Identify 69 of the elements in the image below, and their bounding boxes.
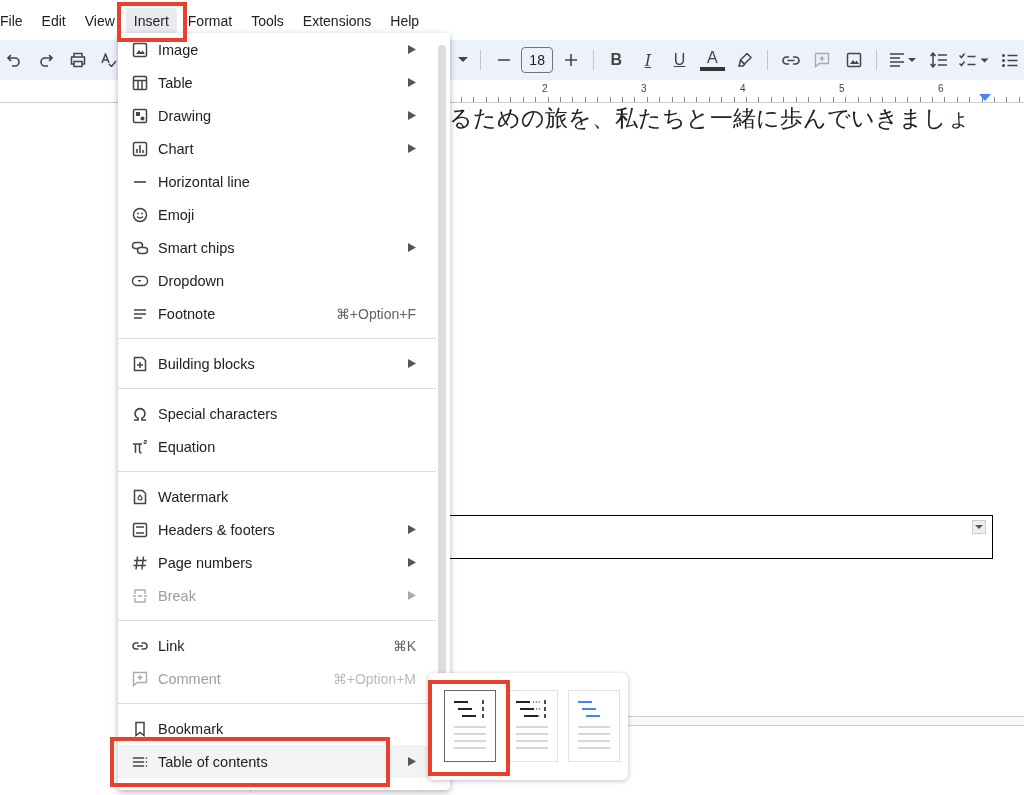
caret-icon	[457, 57, 468, 63]
drawing-icon	[131, 106, 149, 125]
header-footer-icon	[131, 520, 149, 539]
font-size-field[interactable]: 18	[520, 47, 554, 73]
menu-item[interactable]: Chart	[118, 132, 436, 165]
redo-icon	[38, 53, 53, 67]
menu-bar-item[interactable]: View	[76, 8, 123, 34]
printer-icon	[69, 52, 86, 68]
hash-icon	[131, 553, 149, 572]
menu-item[interactable]: Smart chips	[118, 231, 436, 264]
table-icon	[131, 73, 149, 92]
undo-icon	[7, 53, 22, 67]
link-icon	[781, 55, 800, 65]
spellcheck-icon	[101, 53, 118, 67]
shortcut-text: ⌘K	[392, 637, 416, 654]
comment-icon	[131, 669, 149, 688]
emoji-icon	[131, 205, 149, 224]
plus-icon	[564, 54, 577, 66]
image-icon	[845, 52, 862, 68]
shortcut-text: ⌘+Option+F	[335, 305, 416, 322]
menu-item[interactable]: Building blocks	[118, 347, 436, 380]
ruler-number: 5	[839, 83, 845, 94]
horizontal-line-icon	[134, 180, 146, 183]
highlighter-icon	[738, 53, 753, 67]
menu-item[interactable]: Special characters	[118, 397, 436, 430]
ruler-number: 2	[542, 83, 548, 94]
ruler-number: 3	[641, 83, 647, 94]
document-text: るための旅を、私たちと一緒に歩んでいきましょ	[449, 104, 972, 132]
menu-bar-item[interactable]: Help	[382, 8, 428, 34]
menu-bar-item[interactable]: Extensions	[294, 8, 380, 34]
page-break-icon	[131, 586, 149, 605]
format-button[interactable]: A	[699, 49, 725, 71]
menu-bar-item[interactable]: Insert	[125, 8, 177, 34]
menu-item[interactable]: Table	[118, 66, 436, 99]
pi-icon	[131, 437, 149, 456]
menu-item[interactable]: Bookmark	[118, 712, 436, 745]
align-left-icon	[889, 53, 918, 67]
toc-style-option[interactable]	[444, 690, 496, 762]
format-button[interactable]: U	[665, 46, 694, 74]
menu-item[interactable]: Page numbers	[118, 546, 436, 579]
menu-item[interactable]: Drawing	[118, 99, 436, 132]
format-button[interactable]: B	[602, 46, 631, 74]
document-drop-icon	[131, 487, 149, 506]
image-icon	[131, 40, 149, 59]
menu-item[interactable]: Horizontal line	[118, 165, 436, 198]
line-spacing-icon	[929, 52, 948, 68]
bulleted-list-icon	[1001, 53, 1018, 67]
comment-icon	[814, 52, 831, 68]
shortcut-text: ⌘+Option+M	[332, 670, 416, 687]
menu-item[interactable]: Image	[118, 33, 436, 66]
menu-bar-item[interactable]: File	[0, 8, 31, 34]
indent-marker-icon[interactable]	[979, 94, 991, 101]
dropdown-caret-icon[interactable]	[972, 520, 986, 534]
menu-bar-item[interactable]: Edit	[33, 8, 74, 34]
menu-bar-item[interactable]: Tools	[243, 8, 292, 34]
menu-item[interactable]: Headers & footers	[118, 513, 436, 546]
checklist-icon	[959, 53, 990, 67]
chart-icon	[131, 139, 149, 158]
ruler-number: 4	[740, 83, 746, 94]
menu-item[interactable]: Equation	[118, 430, 436, 463]
menu-item[interactable]: Footnote ⌘+Option+F	[118, 297, 436, 330]
menu-item[interactable]: Watermark	[118, 480, 436, 513]
menu-item[interactable]: Dropdown	[118, 264, 436, 297]
menu-item[interactable]: Link ⌘K	[118, 629, 436, 662]
format-button[interactable]: I	[633, 46, 663, 74]
document-plus-icon	[131, 354, 149, 373]
ruler-number: 6	[938, 83, 944, 94]
menu-item[interactable]: Emoji	[118, 198, 436, 231]
minus-icon	[497, 59, 510, 61]
